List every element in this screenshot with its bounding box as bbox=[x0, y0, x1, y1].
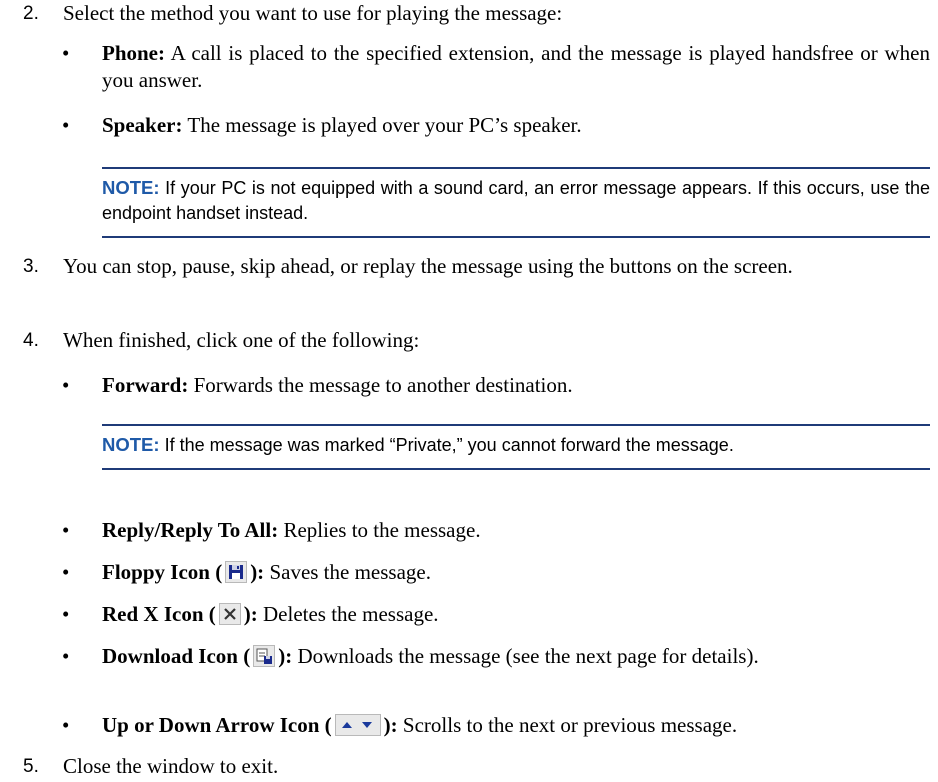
bullet: • bbox=[62, 713, 70, 737]
list-item-text: Floppy Icon (): Saves the message. bbox=[102, 559, 930, 586]
step-text: Select the method you want to use for pl… bbox=[63, 1, 563, 25]
bullet: • bbox=[62, 41, 70, 65]
description: Replies to the message. bbox=[278, 518, 481, 542]
list-item-text: Speaker: The message is played over your… bbox=[102, 112, 930, 139]
bullet: • bbox=[62, 113, 70, 137]
term: Download Icon ( bbox=[102, 644, 251, 668]
floppy-icon bbox=[225, 561, 248, 583]
description: Forwards the message to another destinat… bbox=[188, 373, 573, 397]
list-item-text: Reply/Reply To All: Replies to the messa… bbox=[102, 517, 930, 544]
description: Downloads the message (see the next page… bbox=[292, 644, 759, 668]
red-x-icon bbox=[218, 603, 241, 625]
step-number: 3. bbox=[23, 256, 39, 277]
up-down-arrow-icon bbox=[334, 714, 381, 736]
note-text: If the message was marked “Private,” you… bbox=[159, 435, 734, 455]
list-item-text: Red X Icon (): Deletes the message. bbox=[102, 601, 930, 628]
term: Floppy Icon ( bbox=[102, 560, 223, 584]
note-text: If your PC is not equipped with a sound … bbox=[102, 178, 930, 223]
description: Scrolls to the next or previous message. bbox=[397, 713, 738, 737]
bullet: • bbox=[62, 373, 70, 397]
term-end: ): bbox=[278, 644, 293, 668]
step-number: 5. bbox=[23, 756, 39, 777]
description: A call is placed to the specified extens… bbox=[102, 41, 930, 92]
bullet: • bbox=[62, 644, 70, 668]
term-end: ): bbox=[383, 713, 398, 737]
step-number: 2. bbox=[23, 3, 39, 24]
note-label: NOTE: bbox=[102, 434, 160, 455]
note-label: NOTE: bbox=[102, 177, 160, 198]
term: Reply/Reply To All: bbox=[102, 518, 279, 542]
description: The message is played over your PC’s spe… bbox=[182, 113, 582, 137]
note-sound-card: NOTE: If your PC is not equipped with a … bbox=[102, 167, 930, 238]
bullet: • bbox=[62, 518, 70, 542]
list-item-text: Forward: Forwards the message to another… bbox=[102, 372, 930, 399]
list-item-text: Download Icon (): Downloads the message … bbox=[102, 643, 930, 670]
step-text: You can stop, pause, skip ahead, or repl… bbox=[63, 254, 793, 278]
step-number: 4. bbox=[23, 330, 39, 351]
term: Red X Icon ( bbox=[102, 602, 216, 626]
list-item-text: Up or Down Arrow Icon (): Scrolls to the… bbox=[102, 712, 930, 739]
term-end: ): bbox=[250, 560, 265, 584]
list-item-text: Phone: A call is placed to the specified… bbox=[102, 40, 930, 94]
step-text: When finished, click one of the followin… bbox=[63, 328, 420, 352]
term: Forward: bbox=[102, 373, 189, 397]
term-end: ): bbox=[243, 602, 258, 626]
note-private: NOTE: If the message was marked “Private… bbox=[102, 424, 930, 470]
description: Deletes the message. bbox=[257, 602, 439, 626]
term: Up or Down Arrow Icon ( bbox=[102, 713, 332, 737]
description: Saves the message. bbox=[264, 560, 431, 584]
step-text: Close the window to exit. bbox=[63, 754, 279, 778]
download-icon bbox=[253, 645, 276, 667]
document-page: 2. Select the method you want to use for… bbox=[0, 0, 938, 782]
bullet: • bbox=[62, 602, 70, 626]
bullet: • bbox=[62, 560, 70, 584]
term: Speaker: bbox=[102, 113, 183, 137]
term: Phone: bbox=[102, 41, 165, 65]
